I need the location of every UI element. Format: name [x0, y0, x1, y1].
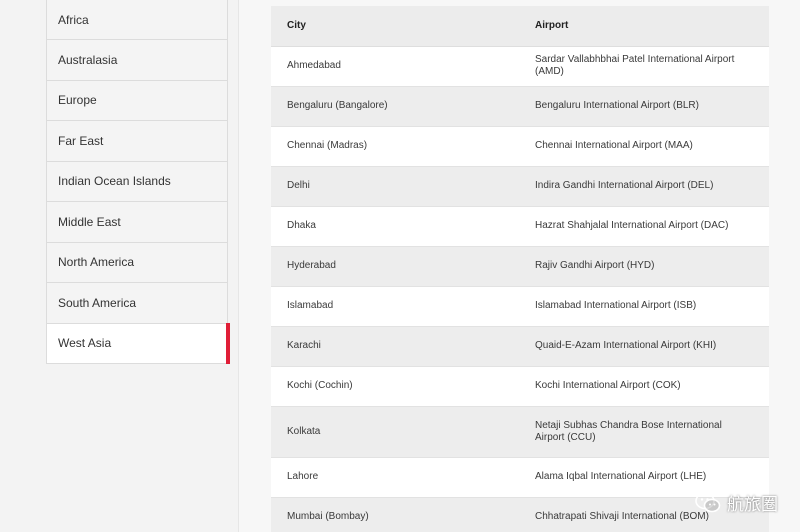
table-row: Hyderabad Rajiv Gandhi Airport (HYD) [271, 246, 769, 287]
city-cell: Delhi [271, 166, 519, 207]
table-row: Karachi Quaid-E-Azam International Airpo… [271, 326, 769, 367]
column-header-airport: Airport [519, 6, 769, 47]
region-item-label: South America [58, 295, 137, 310]
region-item-label: Indian Ocean Islands [58, 174, 171, 189]
column-divider [238, 0, 239, 532]
region-item-label: Africa [58, 12, 89, 27]
city-cell: Lahore [271, 457, 519, 498]
region-item-label: West Asia [58, 336, 112, 351]
table-row: Bengaluru (Bangalore) Bengaluru Internat… [271, 86, 769, 127]
watermark-text: 航旅圈 [727, 495, 778, 515]
airport-cell: Sardar Vallabhbhai Patel International A… [519, 46, 769, 87]
table-row: Dhaka Hazrat Shahjalal International Air… [271, 206, 769, 247]
region-item-indian-ocean-islands[interactable]: Indian Ocean Islands [47, 160, 227, 201]
table-row: Kochi (Cochin) Kochi International Airpo… [271, 366, 769, 407]
column-header-city: City [271, 6, 519, 47]
airport-cell: Rajiv Gandhi Airport (HYD) [519, 246, 769, 287]
region-item-europe[interactable]: Europe [47, 79, 227, 120]
region-item-label: North America [58, 255, 135, 270]
table-row: Kolkata Netaji Subhas Chandra Bose Inter… [271, 406, 769, 458]
airport-table: City Airport Ahmedabad Sardar Vallabhbha… [271, 6, 769, 532]
airport-cell: Quaid-E-Azam International Airport (KHI) [519, 326, 769, 367]
table-header-row: City Airport [271, 6, 769, 47]
region-item-far-east[interactable]: Far East [47, 120, 227, 161]
airport-cell: Netaji Subhas Chandra Bose International… [519, 406, 769, 458]
region-item-africa[interactable]: Africa [47, 0, 227, 39]
airport-cell: Bengaluru International Airport (BLR) [519, 86, 769, 127]
city-cell: Kochi (Cochin) [271, 366, 519, 407]
airport-cell: Indira Gandhi International Airport (DEL… [519, 166, 769, 207]
region-item-south-america[interactable]: South America [47, 282, 227, 323]
region-item-north-america[interactable]: North America [47, 241, 227, 282]
region-item-middle-east[interactable]: Middle East [47, 201, 227, 242]
region-item-label: Middle East [58, 214, 121, 229]
city-cell: Mumbai (Bombay) [271, 497, 519, 532]
table-row: Islamabad Islamabad International Airpor… [271, 286, 769, 327]
city-cell: Dhaka [271, 206, 519, 247]
airport-cell: Chennai International Airport (MAA) [519, 126, 769, 167]
table-row: Ahmedabad Sardar Vallabhbhai Patel Inter… [271, 46, 769, 87]
city-cell: Islamabad [271, 286, 519, 327]
city-cell: Ahmedabad [271, 46, 519, 87]
region-item-label: Europe [58, 93, 97, 108]
city-cell: Bengaluru (Bangalore) [271, 86, 519, 127]
watermark: 航旅圈 [695, 490, 778, 515]
city-cell: Karachi [271, 326, 519, 367]
region-item-west-asia[interactable]: West Asia [47, 322, 230, 364]
region-item-label: Far East [58, 133, 104, 148]
region-item-australasia[interactable]: Australasia [47, 39, 227, 80]
table-row: Delhi Indira Gandhi International Airpor… [271, 166, 769, 207]
city-cell: Kolkata [271, 406, 519, 458]
region-nav: Africa Australasia Europe Far East India… [46, 0, 230, 364]
region-item-label: Australasia [58, 52, 118, 67]
table-row: Chennai (Madras) Chennai International A… [271, 126, 769, 167]
airport-cell: Islamabad International Airport (ISB) [519, 286, 769, 327]
city-cell: Chennai (Madras) [271, 126, 519, 167]
airport-cell: Hazrat Shahjalal International Airport (… [519, 206, 769, 247]
wechat-icon [695, 492, 721, 514]
city-cell: Hyderabad [271, 246, 519, 287]
airport-cell: Kochi International Airport (COK) [519, 366, 769, 407]
